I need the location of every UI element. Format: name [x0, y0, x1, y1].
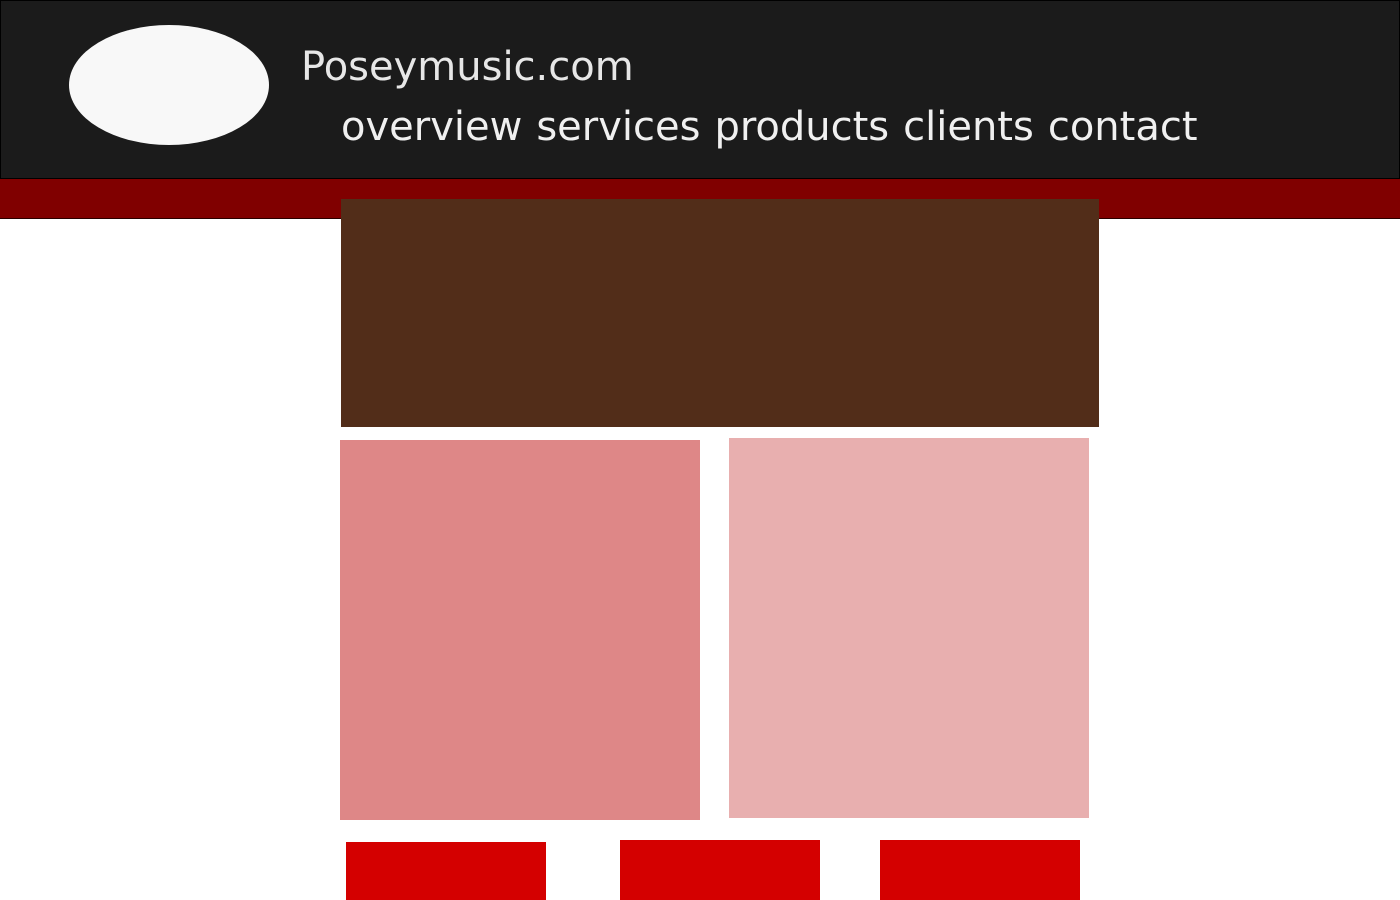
main-nav: overview services products clients conta… [341, 103, 1198, 151]
content-panel-left [340, 440, 700, 820]
nav-item-overview[interactable]: overview [341, 103, 522, 151]
content-panel-right [729, 438, 1089, 818]
action-button-3[interactable] [880, 840, 1080, 900]
nav-item-products[interactable]: products [714, 103, 889, 151]
logo[interactable] [69, 25, 269, 145]
action-button-2[interactable] [620, 840, 820, 900]
site-header: Poseymusic.com overview services product… [0, 0, 1400, 179]
nav-item-clients[interactable]: clients [903, 103, 1034, 151]
hero-banner [341, 199, 1099, 427]
page: Poseymusic.com overview services product… [0, 0, 1400, 900]
site-title: Poseymusic.com [301, 44, 634, 90]
nav-item-services[interactable]: services [536, 103, 700, 151]
nav-item-contact[interactable]: contact [1048, 103, 1198, 151]
action-button-1[interactable] [346, 842, 546, 900]
